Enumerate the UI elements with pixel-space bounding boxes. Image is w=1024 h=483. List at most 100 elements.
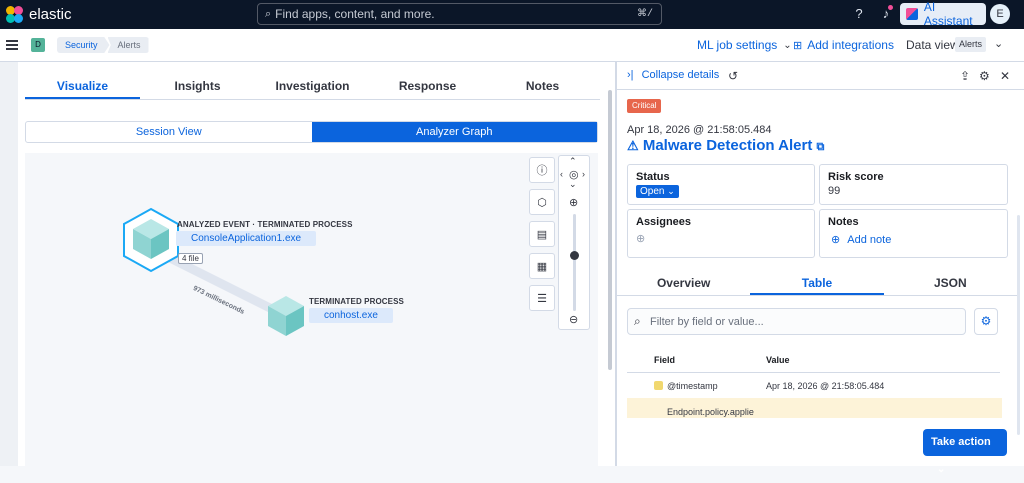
menu-icon[interactable]	[6, 40, 18, 50]
node2-label: TERMINATED PROCESS	[309, 297, 404, 306]
graph-navigation-control: ⌃ ‹ ◎ › ⌄ ⊕ ⊖	[558, 155, 590, 330]
zoom-slider-handle[interactable]	[570, 251, 579, 260]
node1-label: ANALYZED EVENT · TERMINATED PROCESS	[177, 220, 353, 229]
row-field: Endpoint.policy.applie	[667, 407, 754, 417]
breadcrumb-security[interactable]: Security	[57, 37, 110, 53]
alert-timestamp: Apr 18, 2026 @ 21:58:05.484	[627, 124, 772, 136]
file-count-badge[interactable]: 4 file	[178, 253, 203, 264]
risk-score-label: Risk score	[828, 171, 884, 183]
pan-right-icon[interactable]: ›	[582, 169, 585, 179]
search-placeholder: Find apps, content, and more.	[275, 7, 435, 21]
tab-investigation[interactable]: Investigation	[255, 72, 370, 99]
analyzer-graph-canvas[interactable]: ANALYZED EVENT · TERMINATED PROCESS Cons…	[25, 153, 598, 466]
background-strip	[0, 62, 18, 466]
top-header: elastic ⌕ Find apps, content, and more. …	[0, 0, 1024, 29]
search-shortcut: ⌘/	[636, 9, 653, 20]
status-label: Status	[636, 171, 670, 183]
gear-icon: ⚙	[980, 314, 992, 328]
search-icon: ⌕	[634, 314, 641, 328]
row-value: Apr 18, 2026 @ 21:58:05.484	[766, 381, 885, 391]
tab-insights[interactable]: Insights	[140, 72, 255, 99]
help-icon[interactable]: ?	[851, 6, 867, 22]
flyout-header: ›| Collapse details ↺ ⇪ ⚙ ✕	[617, 62, 1024, 90]
zoom-slider[interactable]	[573, 214, 576, 311]
session-view-button[interactable]: Session View	[26, 122, 312, 142]
gear-icon[interactable]: ⚙	[979, 69, 990, 83]
global-search-input[interactable]: ⌕ Find apps, content, and more. ⌘/	[257, 3, 662, 25]
assignees-panel: Assignees ⊕	[627, 209, 815, 258]
tab-overview[interactable]: Overview	[617, 271, 750, 295]
close-icon[interactable]: ✕	[1000, 69, 1010, 83]
node1-process-button[interactable]: ConsoleApplication1.exe	[176, 231, 317, 246]
alert-title-text: Malware Detection Alert	[642, 137, 813, 154]
analyzer-graph-button[interactable]: Analyzer Graph	[311, 122, 597, 142]
table-filter-input[interactable]: ⌕ Filter by field or value...	[627, 308, 966, 335]
warning-icon: ⚠	[627, 138, 639, 153]
assignees-label: Assignees	[636, 216, 692, 228]
add-assignee-icon[interactable]: ⊕	[636, 232, 806, 245]
share-icon[interactable]: ⇪	[960, 69, 970, 83]
take-action-button[interactable]: Take action ⌄	[923, 429, 1007, 475]
add-note-label: Add note	[847, 234, 892, 246]
elastic-logo[interactable]: elastic	[6, 6, 72, 23]
status-value: Open	[640, 186, 665, 197]
node2-process-button[interactable]: conhost.exe	[309, 308, 393, 323]
pan-left-icon[interactable]: ‹	[560, 169, 563, 179]
table-settings-button[interactable]: ⚙	[974, 308, 998, 335]
history-icon[interactable]: ↺	[728, 69, 738, 83]
row-field: @timestamp	[667, 381, 718, 391]
ml-job-settings-label: ML job settings	[697, 38, 778, 52]
tab-json[interactable]: JSON	[884, 271, 1017, 295]
zoom-out-icon[interactable]: ⊖	[569, 313, 578, 326]
collapse-details-label: Collapse details	[641, 69, 720, 81]
add-integrations-button[interactable]: ⊞ Add integrations	[793, 38, 894, 52]
breadcrumb-alerts: Alerts	[107, 37, 149, 53]
data-view-picker[interactable]: Alerts	[955, 37, 987, 52]
chevron-down-icon[interactable]: ⌄	[994, 37, 1003, 50]
left-tabs: Visualize Insights Investigation Respons…	[25, 72, 600, 100]
status-dropdown[interactable]: Open ⌄	[636, 185, 679, 198]
sub-header: D Security Alerts ML job settings ⌄ ⊞ Ad…	[0, 29, 1024, 62]
hexagon-icon[interactable]: ⬡	[529, 189, 555, 215]
view-toggle: Session View Analyzer Graph	[25, 121, 598, 143]
left-panel-scrollbar[interactable]	[608, 90, 612, 370]
tab-notes[interactable]: Notes	[485, 72, 600, 99]
tab-visualize[interactable]: Visualize	[25, 72, 140, 99]
calendar-icon[interactable]: ▦	[529, 253, 555, 279]
space-avatar[interactable]: D	[31, 38, 45, 52]
take-action-label: Take action	[931, 436, 991, 448]
pan-up-icon[interactable]: ⌃	[569, 156, 577, 167]
date-field-icon	[654, 381, 663, 390]
breadcrumb: Security Alerts	[57, 37, 149, 53]
notes-panel: Notes ⊕ Add note	[819, 209, 1008, 258]
notifications-icon[interactable]: ♪	[878, 5, 894, 22]
status-panel: Status Open ⌄	[627, 164, 815, 205]
info-icon[interactable]: ⓘ	[529, 157, 555, 183]
data-view-label: Data view	[906, 38, 959, 52]
pan-down-icon[interactable]: ⌄	[569, 179, 577, 190]
column-header-value: Value	[766, 355, 790, 365]
chevron-down-icon: ⌄	[667, 186, 675, 196]
ml-job-settings-button[interactable]: ML job settings ⌄	[697, 38, 792, 52]
flyout-scrollbar[interactable]	[1017, 215, 1020, 435]
add-integrations-label: Add integrations	[807, 38, 894, 52]
filter-placeholder: Filter by field or value...	[650, 315, 764, 328]
search-icon: ⌕	[265, 7, 272, 20]
column-header-field: Field	[654, 355, 676, 365]
risk-score-panel: Risk score 99	[819, 164, 1008, 205]
table-divider	[627, 372, 1000, 373]
document-icon[interactable]: ▤	[529, 221, 555, 247]
user-avatar[interactable]: E	[990, 4, 1010, 24]
elastic-logo-icon	[6, 6, 23, 23]
zoom-in-icon[interactable]: ⊕	[569, 196, 578, 209]
alert-title[interactable]: ⚠ Malware Detection Alert ⧉	[627, 137, 824, 154]
ai-assistant-button[interactable]: AI Assistant	[900, 0, 986, 28]
integrations-icon: ⊞	[793, 39, 803, 52]
list-icon[interactable]: ☰	[529, 285, 555, 311]
collapse-details-button[interactable]: ›| Collapse details	[627, 69, 719, 81]
external-link-icon: ⧉	[816, 141, 825, 153]
tab-table[interactable]: Table	[750, 271, 884, 295]
add-note-button[interactable]: ⊕ Add note	[828, 233, 999, 246]
risk-score-value: 99	[828, 185, 841, 197]
tab-response[interactable]: Response	[370, 72, 485, 99]
